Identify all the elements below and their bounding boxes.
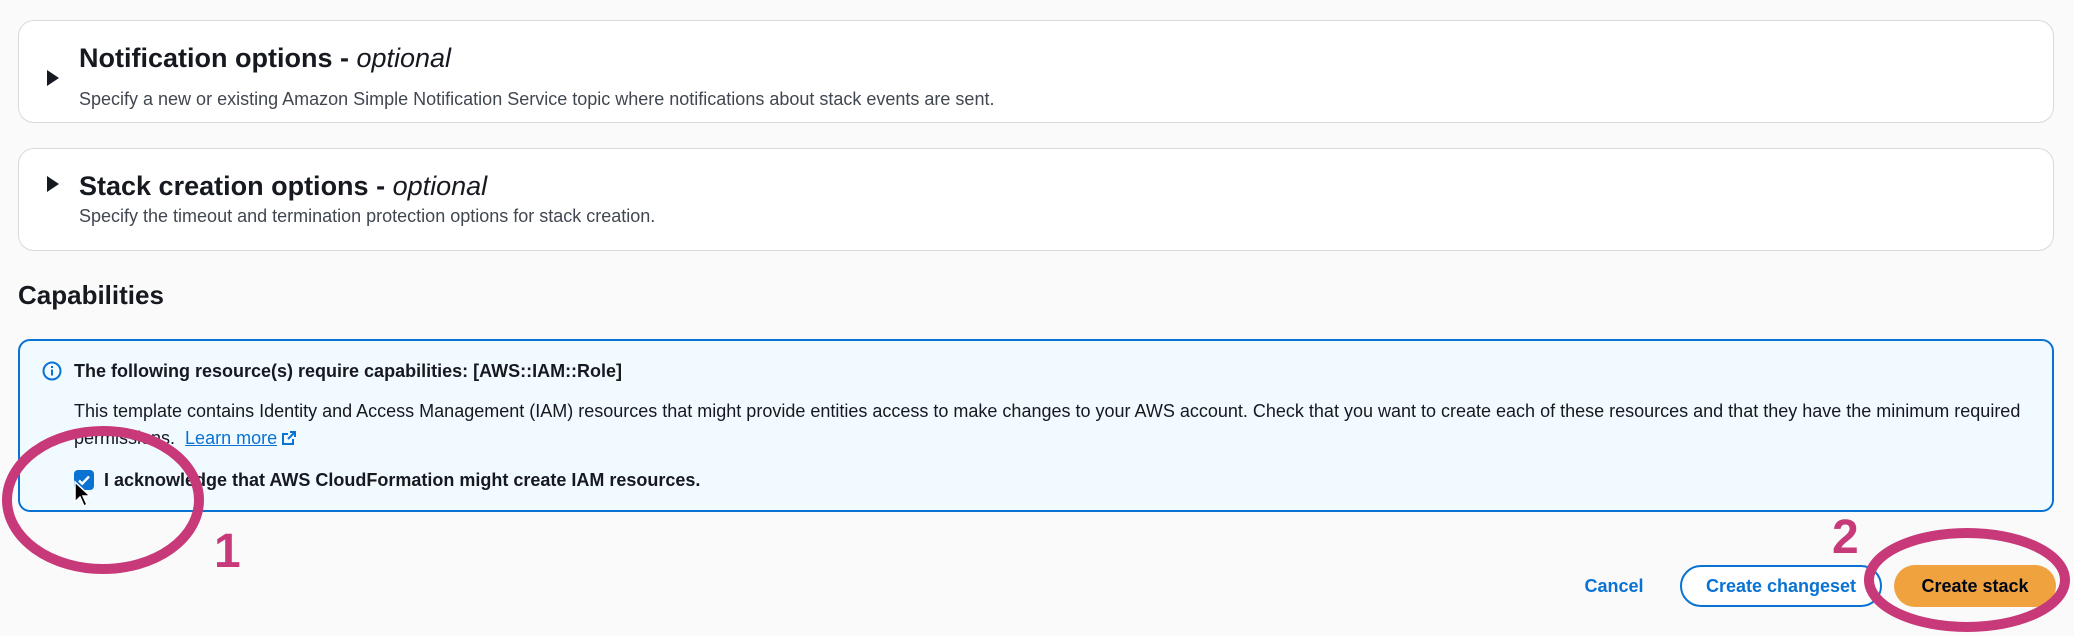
capabilities-heading: Capabilities bbox=[18, 280, 164, 310]
stack-creation-options-description: Specify the timeout and termination prot… bbox=[79, 206, 656, 226]
expand-caret-icon[interactable] bbox=[47, 176, 59, 192]
annotation-number-1: 1 bbox=[214, 525, 241, 578]
optional-label: optional bbox=[392, 171, 488, 201]
optional-label: optional bbox=[356, 43, 452, 73]
annotation-circle-1 bbox=[2, 426, 204, 574]
notification-options-title-text: Notification options - bbox=[79, 43, 357, 73]
annotation-number-2: 2 bbox=[1832, 511, 1859, 564]
annotation-circle-2 bbox=[1864, 528, 2070, 632]
alert-body: This template contains Identity and Acce… bbox=[74, 398, 2024, 452]
info-icon bbox=[42, 361, 62, 381]
expand-caret-icon[interactable] bbox=[47, 70, 59, 86]
notification-options-description: Specify a new or existing Amazon Simple … bbox=[79, 89, 995, 109]
notification-options-panel[interactable]: Notification options - optional Specify … bbox=[18, 20, 2054, 123]
capabilities-alert: The following resource(s) require capabi… bbox=[18, 339, 2054, 512]
stack-creation-options-title-text: Stack creation options - bbox=[79, 171, 393, 201]
alert-body-text: This template contains Identity and Acce… bbox=[74, 401, 2021, 448]
notification-options-title[interactable]: Notification options - optional bbox=[79, 43, 451, 74]
create-changeset-button[interactable]: Create changeset bbox=[1680, 565, 1882, 607]
external-link-icon[interactable] bbox=[281, 430, 297, 446]
cancel-button[interactable]: Cancel bbox=[1560, 565, 1668, 607]
alert-title: The following resource(s) require capabi… bbox=[74, 361, 623, 381]
stack-creation-options-panel[interactable]: Stack creation options - optional Specif… bbox=[18, 148, 2054, 251]
stack-creation-options-title[interactable]: Stack creation options - optional bbox=[79, 171, 487, 202]
